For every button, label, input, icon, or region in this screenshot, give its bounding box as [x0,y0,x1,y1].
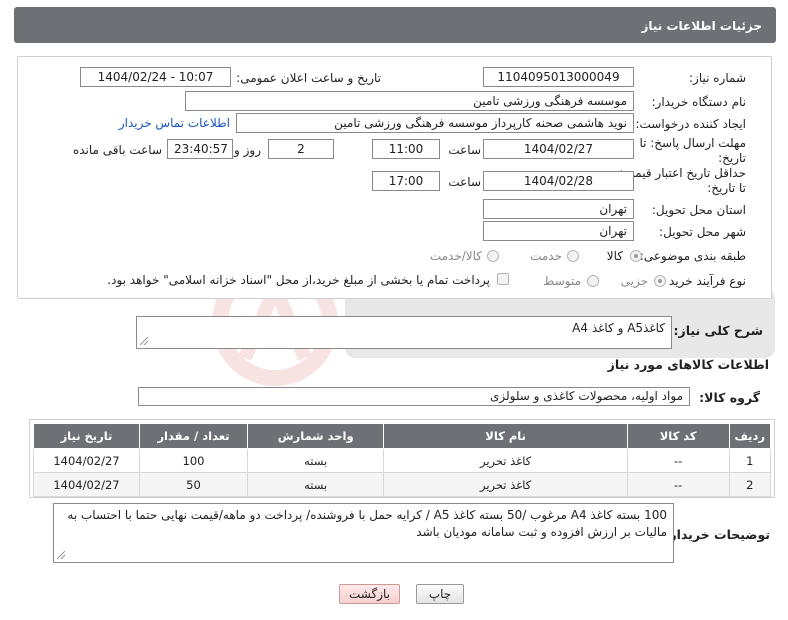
col-header-quantity: تعداد / مقدار [138,423,249,449]
page-title: جزئیات اطلاعات نیاز [641,19,762,33]
province-label: استان محل تحویل: [651,203,746,217]
table-header-row: ردیف کد کالا نام کالا واحد شمارش تعداد /… [33,423,772,449]
category-radio-goods[interactable] [630,250,642,262]
creator-field: نوید هاشمی صحنه کارپرداز موسسه فرهنگی ور… [236,113,634,133]
back-button[interactable]: بازگشت [339,584,400,604]
items-table: ردیف کد کالا نام کالا واحد شمارش تعداد /… [33,423,772,497]
category-radio-service[interactable] [567,250,579,262]
treasury-payment-note: پرداخت تمام یا بخشی از مبلغ خرید،از محل … [107,273,490,287]
buyer-notes-textarea[interactable]: 100 بسته کاغذ A4 مرغوب /50 بسته کاغذ A5 … [53,503,674,563]
col-header-code: کد کالا [626,423,730,449]
cell-quantity: 50 [138,472,249,497]
buyer-notes-text: 100 بسته کاغذ A4 مرغوب /50 بسته کاغذ A5 … [67,508,667,539]
announce-label: تاریخ و ساعت اعلان عمومی: [236,71,381,85]
category-radio-goods-service[interactable] [487,250,499,262]
col-header-date: تاریخ نیاز [33,423,140,449]
reply-time-label: ساعت [448,143,481,157]
cell-code: -- [626,448,730,473]
category-option-goods-service: کالا/خدمت [429,249,482,263]
col-header-name: نام کالا [383,423,628,449]
cell-date: 1404/02/27 [33,472,140,497]
buyer-org-field: موسسه فرهنگی ورزشی تامین [185,91,634,111]
print-button[interactable]: چاپ [416,584,464,604]
days-label: روز و [234,143,261,157]
cell-row: 1 [728,448,772,473]
buyer-contact-link[interactable]: اطلاعات تماس خریدار [119,116,230,130]
table-row: 1 -- کاغذ تحریر بسته 100 1404/02/27 [33,448,772,473]
province-field: تهران [483,199,634,219]
process-option-medium: متوسط [543,274,581,288]
buyer-org-label: نام دستگاه خریدار: [651,95,747,109]
goods-section-title: اطلاعات کالاهای مورد نیاز [607,357,769,372]
time-remaining-field: 23:40:57 [167,139,233,159]
need-number-label: شماره نیاز: [689,71,746,85]
process-type-label: نوع فرآیند خرید : [661,274,746,288]
category-option-goods: کالا [606,249,623,263]
cell-quantity: 100 [138,448,249,473]
city-label: شهر محل تحویل: [659,225,746,239]
city-field: تهران [483,221,634,241]
col-header-row: ردیف [728,423,772,449]
reply-deadline-label: مهلت ارسال پاسخ: تا تاریخ: [639,136,746,165]
creator-label: ایجاد کننده درخواست: [635,117,746,131]
need-number-field: 1104095013000049 [483,67,634,87]
table-row: 2 -- کاغذ تحریر بسته 50 1404/02/27 [33,472,772,497]
buyer-notes-label: توضیحات خریدار: [664,527,770,542]
process-option-minor: جزیی [620,274,648,288]
summary-textarea[interactable]: کاغذA5 و کاغذ A4 [136,316,672,349]
time-remaining-label: ساعت باقی مانده [72,143,162,157]
announce-datetime-field: 1404/02/24 - 10:07 [80,67,231,87]
cell-name: کاغذ تحریر [383,472,628,497]
cell-name: کاغذ تحریر [383,448,628,473]
col-header-unit: واحد شمارش [247,423,385,449]
reply-time-field: 11:00 [372,139,440,159]
summary-label: شرح کلی نیاز: [673,323,763,338]
process-radio-minor[interactable] [654,275,666,287]
price-validity-time-label: ساعت [448,175,481,189]
price-validity-label: حداقل تاریخ اعتبار قیمت: تا تاریخ: [619,166,746,195]
goods-group-label: گروه کالا: [699,390,760,405]
price-validity-date-field: 1404/02/28 [483,171,634,191]
goods-group-field: مواد اولیه، محصولات کاغذی و سلولزی [138,387,690,406]
cell-row: 2 [728,472,772,497]
days-remaining-field: 2 [268,139,334,159]
resize-handle-icon[interactable] [140,337,148,345]
page-header: جزئیات اطلاعات نیاز [14,7,776,43]
cell-unit: بسته [247,448,385,473]
cell-code: -- [626,472,730,497]
process-radio-medium[interactable] [587,275,599,287]
resize-handle-icon[interactable] [57,551,65,559]
summary-text: کاغذA5 و کاغذ A4 [572,321,665,335]
category-label: طبقه بندی موضوعی: [639,249,746,263]
category-option-service: خدمت [530,249,562,263]
cell-unit: بسته [247,472,385,497]
reply-date-field: 1404/02/27 [483,139,634,159]
price-validity-time-field: 17:00 [372,171,440,191]
treasury-payment-checkbox[interactable] [497,273,509,285]
cell-date: 1404/02/27 [33,448,140,473]
